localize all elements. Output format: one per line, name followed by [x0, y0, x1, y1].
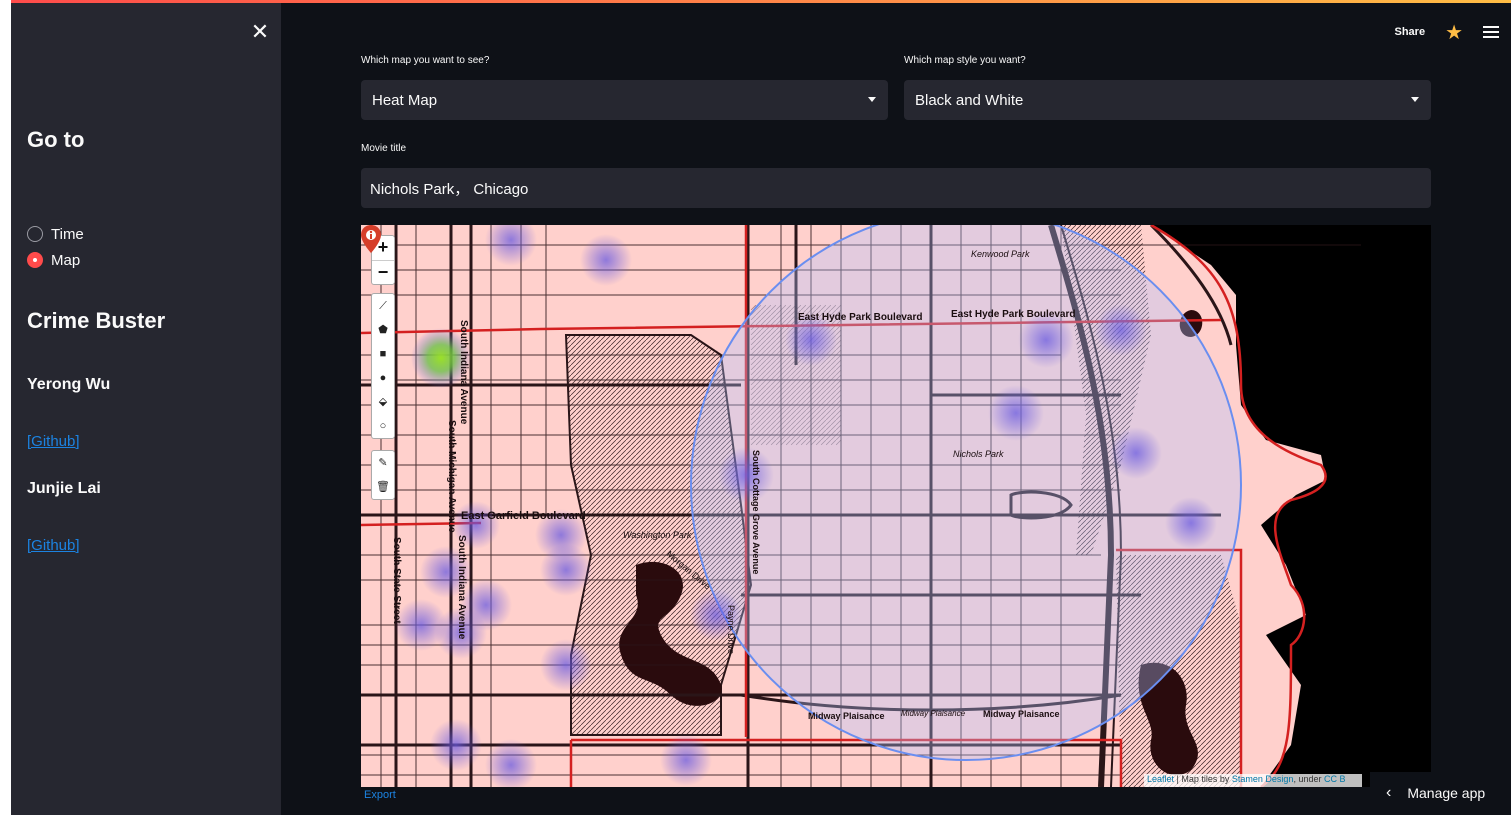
radio-option-time[interactable]: Time — [27, 221, 84, 247]
goto-heading: Go to — [27, 127, 85, 152]
draw-toolbar: ⟋ ⬟ ■ ● ⬙ ○ — [371, 293, 395, 439]
license-link[interactable]: CC B — [1324, 774, 1346, 784]
draw-marker-icon[interactable]: ⬙ — [372, 390, 394, 414]
app-title: Crime Buster — [27, 308, 166, 333]
navigation-radio-group: Time Map — [27, 221, 84, 273]
park-label: Washington Park — [623, 530, 692, 540]
hamburger-menu-icon[interactable] — [1483, 26, 1499, 38]
map-select-label: Which map you want to see? — [361, 55, 490, 66]
radio-label: Time — [51, 225, 84, 243]
map-style-select[interactable]: Black and White — [904, 80, 1431, 120]
draw-circle-icon[interactable]: ● — [372, 366, 394, 390]
street-label: South Indiana Avenue — [456, 535, 467, 640]
street-label: South Michigan Avenue — [446, 420, 457, 533]
author-name: Junjie Lai — [27, 480, 101, 497]
edit-toolbar: ✎ 🗑 — [371, 450, 395, 500]
radio-selected-icon[interactable] — [27, 252, 43, 268]
park-label: Nichols Park — [953, 449, 1004, 459]
draw-polyline-icon[interactable]: ⟋ — [372, 294, 394, 318]
street-label: East Garfield Boulevard — [461, 510, 586, 522]
attribution-text: , under — [1293, 774, 1324, 784]
radio-unselected-icon[interactable] — [27, 226, 43, 242]
street-label: East Hyde Park Boulevard — [951, 309, 1076, 320]
stamen-link[interactable]: Stamen Design — [1232, 774, 1294, 784]
map-attribution: Leaflet | Map tiles by Stamen Design, un… — [1144, 774, 1362, 787]
github-link[interactable]: [Github] — [27, 433, 80, 450]
radio-option-map[interactable]: Map — [27, 247, 84, 273]
draw-rectangle-icon[interactable]: ■ — [372, 342, 394, 366]
map-style-value: Black and White — [915, 91, 1024, 109]
star-icon[interactable]: ★ — [1445, 20, 1463, 45]
chevron-down-icon — [868, 97, 876, 102]
manage-app-button[interactable]: ‹ Manage app — [1370, 772, 1511, 813]
map-canvas[interactable]: East Hyde Park Boulevard East Hyde Park … — [361, 225, 1431, 787]
map-type-value: Heat Map — [372, 91, 438, 109]
street-label: Midway Plaisance — [901, 709, 966, 718]
github-link[interactable]: [Github] — [27, 537, 80, 554]
window-edge — [0, 0, 11, 817]
street-label: Midway Plaisance — [808, 711, 885, 721]
author-name: Yerong Wu — [27, 376, 111, 393]
street-label: Midway Plaisance — [983, 709, 1060, 719]
header-toolbar: Share ★ — [1394, 20, 1511, 44]
location-input[interactable]: Nichols Park， Chicago — [361, 168, 1431, 208]
text-input-label: Movie title — [361, 143, 407, 154]
leaflet-link[interactable]: Leaflet — [1147, 774, 1174, 784]
share-button[interactable]: Share — [1394, 26, 1425, 38]
export-link[interactable]: Export — [364, 789, 396, 801]
map-type-select[interactable]: Heat Map — [361, 80, 888, 120]
chevron-down-icon — [1411, 97, 1419, 102]
attribution-text: | Map tiles by — [1174, 774, 1232, 784]
sidebar: ✕ Go to Time Map Crime Buster Yerong Wu … — [11, 3, 281, 815]
street-label: South State Street — [391, 537, 402, 624]
radio-label: Map — [51, 251, 81, 269]
map-marker-icon[interactable] — [361, 225, 381, 253]
park-label: Kenwood Park — [971, 249, 1030, 259]
street-label: South Indiana Avenue — [458, 320, 469, 425]
close-icon[interactable]: ✕ — [249, 21, 271, 43]
style-select-label: Which map style you want? — [904, 55, 1026, 66]
manage-app-label: Manage app — [1407, 784, 1486, 801]
delete-layers-icon[interactable]: 🗑 — [372, 475, 394, 499]
edit-layers-icon[interactable]: ✎ — [372, 451, 394, 475]
street-label: South Cottage Grove Avenue — [751, 450, 761, 574]
map-tiles: East Hyde Park Boulevard East Hyde Park … — [361, 225, 1431, 787]
draw-polygon-icon[interactable]: ⬟ — [372, 318, 394, 342]
draw-circlemarker-icon[interactable]: ○ — [372, 414, 394, 438]
street-label: Payne Drive — [726, 605, 736, 654]
street-label: East Hyde Park Boulevard — [798, 312, 923, 323]
zoom-out-button[interactable]: − — [372, 260, 394, 284]
chevron-left-icon: ‹ — [1386, 783, 1392, 801]
